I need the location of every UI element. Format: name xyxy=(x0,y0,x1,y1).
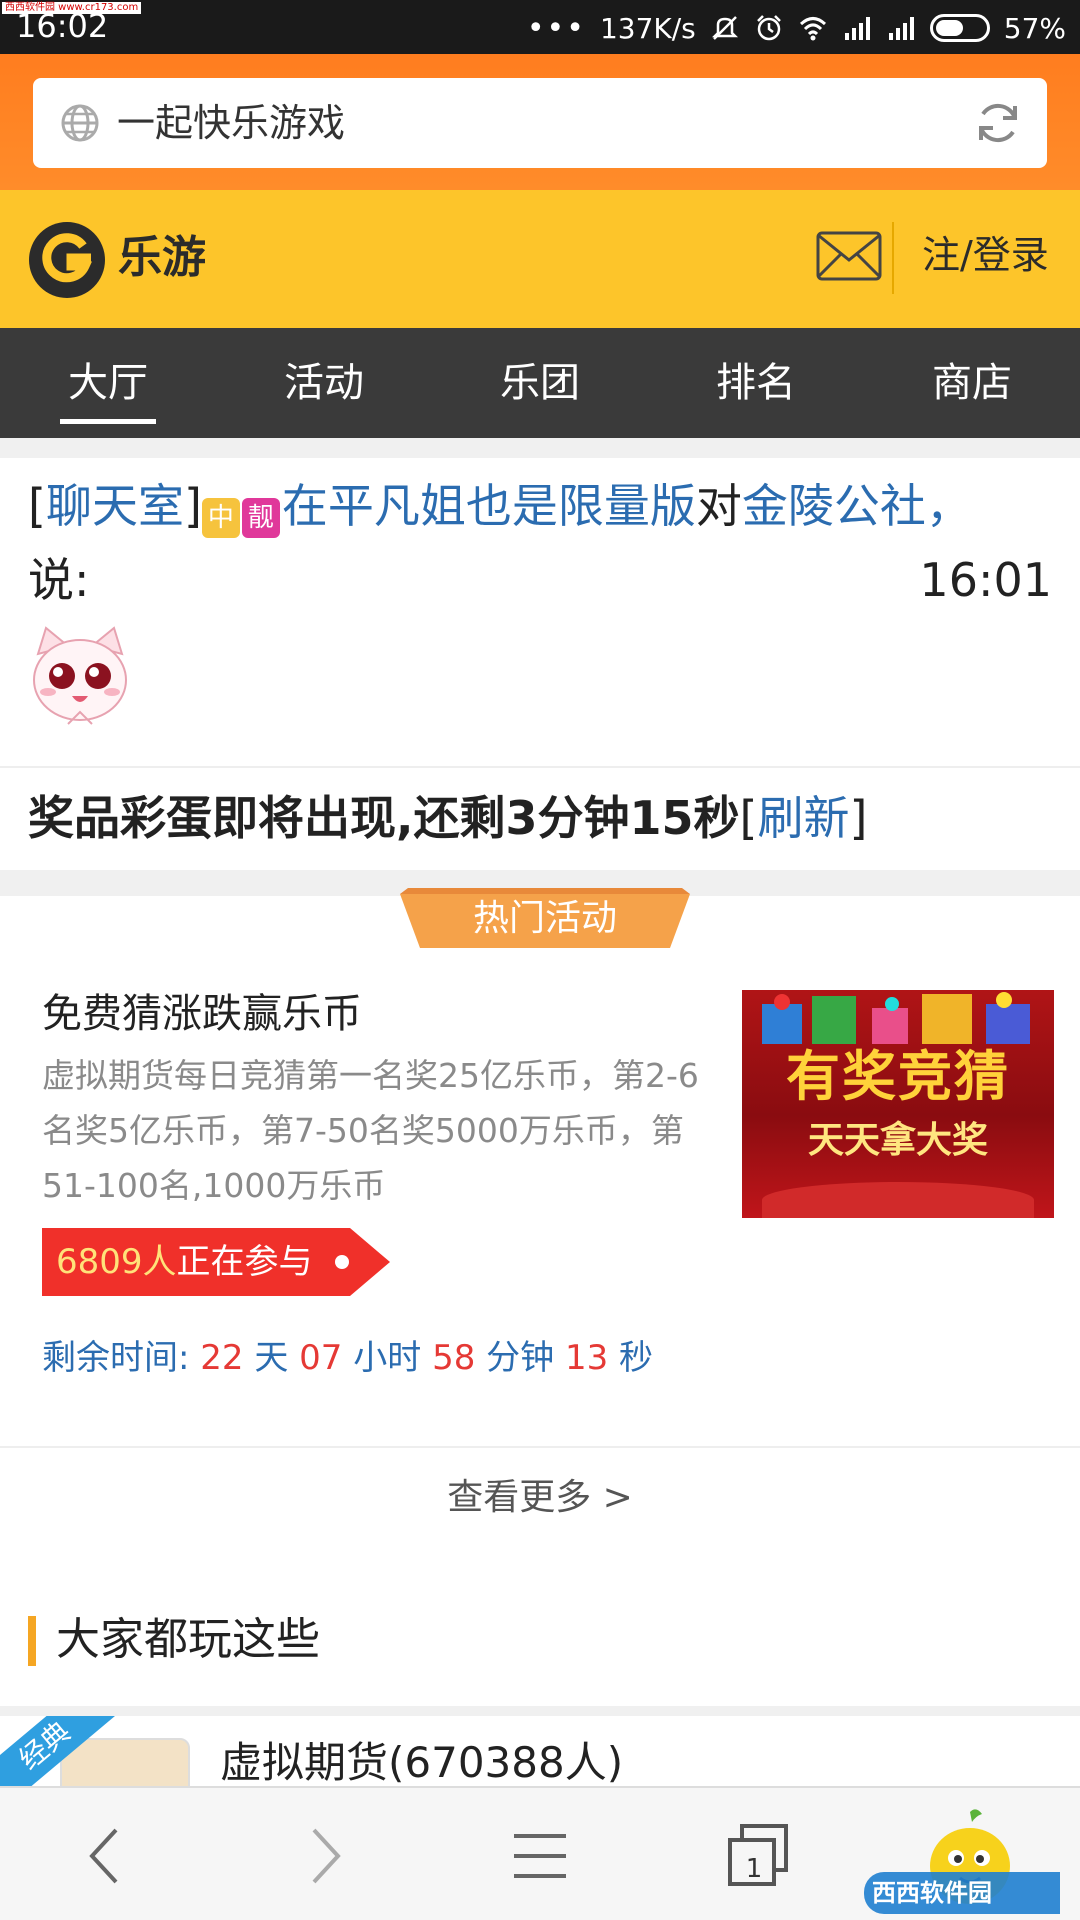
prize-notice: 奖品彩蛋即将出现,还剩3分钟15秒[刷新] xyxy=(0,766,1080,870)
chat-said: 说: xyxy=(28,553,90,607)
activity-banner-image[interactable]: 有奖竞猜 天天拿大奖 xyxy=(742,990,1054,1218)
participants-count: 6809人 xyxy=(56,1242,177,1282)
gifts-icon xyxy=(762,992,1030,1044)
hours-unit: 小时 xyxy=(353,1338,422,1378)
pretty-badge-icon: 靓 xyxy=(241,498,280,538)
tab-ranking[interactable]: 排名 xyxy=(648,328,864,438)
banner-stage xyxy=(762,1182,1034,1218)
bracket: ] xyxy=(183,479,202,533)
view-more-row: 查看更多 > xyxy=(0,1446,1080,1556)
tab-band[interactable]: 乐团 xyxy=(432,328,648,438)
list-item[interactable]: 经典 虚拟期货(670388人) xyxy=(0,1716,1080,1786)
chat-time: 16:01 xyxy=(919,553,1052,607)
tab-label: 排名 xyxy=(716,360,796,406)
remaining-minutes: 58 xyxy=(432,1338,476,1378)
chat-message-line: [聊天室] 中靓在平凡姐也是限量版对金陵公社， xyxy=(28,474,972,538)
page-title: 一起快乐游戏 xyxy=(117,101,346,145)
forward-icon[interactable] xyxy=(284,1816,364,1896)
signal-icon-1 xyxy=(844,17,870,40)
address-bar[interactable]: 一起快乐游戏 xyxy=(33,78,1047,168)
main-nav: 大厅 活动 乐团 排名 商店 xyxy=(0,328,1080,438)
crown-badge-icon: 中 xyxy=(201,498,240,538)
network-speed: 137K/s xyxy=(599,11,696,45)
battery-icon xyxy=(929,14,990,42)
tab-shop[interactable]: 商店 xyxy=(864,328,1080,438)
site-header: 乐游 注/登录 xyxy=(0,190,1080,328)
wifi-icon xyxy=(799,17,826,41)
watermark-bottom: 西西软件园 xyxy=(872,1879,992,1907)
participants-suffix: 正在参与 xyxy=(176,1242,313,1282)
prize-notice-line: 奖品彩蛋即将出现,还剩3分钟15秒[刷新] xyxy=(28,786,867,850)
browser-address-area: 一起快乐游戏 xyxy=(0,54,1080,190)
comma: ， xyxy=(925,479,972,533)
logo-text[interactable]: 乐游 xyxy=(118,230,206,286)
status-icons: ••• 137K/s 57% xyxy=(527,8,1066,48)
mute-icon xyxy=(711,16,738,40)
remaining-hours: 07 xyxy=(299,1338,343,1378)
section-accent-bar xyxy=(28,1616,36,1666)
receiver-link[interactable]: 金陵公社 xyxy=(742,479,926,533)
refresh-icon[interactable] xyxy=(971,96,1025,150)
watermark-top: 西西软件园 www.cr173.com xyxy=(2,2,142,14)
menu-icon[interactable] xyxy=(500,1816,580,1896)
remaining-time: 剩余时间: 22 天 07 小时 58 分钟 13 秒 xyxy=(42,1334,653,1382)
to-word: 对 xyxy=(695,479,742,533)
bracket: [ xyxy=(739,791,758,845)
remaining-seconds: 13 xyxy=(564,1338,609,1378)
tab-hall[interactable]: 大厅 xyxy=(0,328,216,438)
tab-label: 乐团 xyxy=(500,360,580,406)
status-bar: 16:02 西西软件园 www.cr173.com ••• 137K/s 57% xyxy=(0,0,1080,54)
remaining-label: 剩余时间: xyxy=(42,1338,190,1378)
popular-games-header: 大家都玩这些 xyxy=(0,1556,1080,1706)
seconds-unit: 秒 xyxy=(619,1338,654,1378)
prize-countdown-text: 奖品彩蛋即将出现,还剩3分钟15秒 xyxy=(28,791,740,845)
banner-headline: 有奖竞猜 xyxy=(786,1045,1010,1108)
more-dots: ••• xyxy=(526,10,586,46)
battery-percent: 57% xyxy=(1003,11,1066,45)
section-gap xyxy=(0,1706,1080,1716)
signal-icon-2 xyxy=(888,17,914,40)
refresh-link[interactable]: 刷新 xyxy=(757,791,849,845)
globe-icon xyxy=(61,104,99,142)
activity-description: 虚拟期货每日竞猜第一名奖25亿乐币，第2-6名奖5亿乐币，第7-50名奖5000… xyxy=(42,1056,699,1205)
active-tab-indicator xyxy=(60,419,156,424)
section-title: 大家都玩这些 xyxy=(56,1614,320,1665)
game-title: 虚拟期货(670388人) xyxy=(220,1738,624,1786)
participants-text: 6809人正在参与 xyxy=(56,1238,313,1286)
cat-emoji-icon xyxy=(33,626,127,725)
back-icon[interactable] xyxy=(66,1816,146,1896)
hot-activity-tag-label: 热门活动 xyxy=(472,898,617,939)
view-more-link[interactable]: 查看更多 > xyxy=(447,1477,633,1518)
chat-message: [聊天室] 中靓在平凡姐也是限量版对金陵公社， 说: 16:01 xyxy=(0,438,1080,766)
hot-activity-section: 热门活动 免费猜涨跌赢乐币 虚拟期货每日竞猜第一名奖25亿乐币，第2-6名奖5亿… xyxy=(0,888,1080,1446)
activity-title[interactable]: 免费猜涨跌赢乐币 xyxy=(42,986,362,1042)
minutes-unit: 分钟 xyxy=(486,1338,555,1378)
tab-label: 活动 xyxy=(284,360,364,406)
mail-icon[interactable] xyxy=(815,230,883,282)
alarm-icon xyxy=(756,15,781,41)
tab-activity[interactable]: 活动 xyxy=(216,328,432,438)
bracket: ] xyxy=(849,791,868,845)
tab-label: 大厅 xyxy=(68,360,148,406)
chatroom-link[interactable]: 聊天室 xyxy=(46,479,184,533)
logo-icon[interactable] xyxy=(27,220,107,300)
bracket: [ xyxy=(28,479,46,533)
header-divider xyxy=(892,222,894,294)
days-unit: 天 xyxy=(254,1338,289,1378)
tab-label: 商店 xyxy=(932,360,1012,406)
remaining-days: 22 xyxy=(200,1338,244,1378)
sender-link[interactable]: 在平凡姐也是限量版 xyxy=(282,479,696,533)
banner-subline: 天天拿大奖 xyxy=(807,1120,988,1161)
tab-count: 1 xyxy=(745,1854,763,1884)
login-register-link[interactable]: 注/登录 xyxy=(922,230,1049,280)
